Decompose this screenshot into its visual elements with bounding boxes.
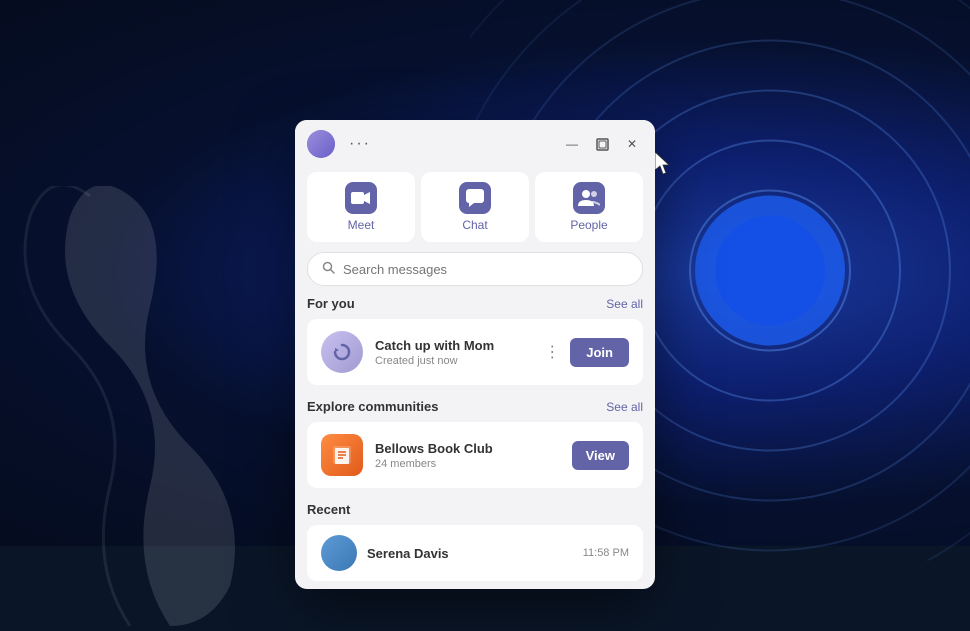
search-bar <box>307 252 643 286</box>
people-label: People <box>570 218 607 232</box>
avatar[interactable] <box>307 130 335 158</box>
meet-label: Meet <box>348 218 375 232</box>
recent-header: Recent <box>307 502 643 517</box>
book-club-subtitle: 24 members <box>375 458 560 470</box>
minimize-button[interactable]: — <box>561 133 583 155</box>
recent-card[interactable]: Serena Davis 11:58 PM <box>307 525 643 581</box>
catch-up-more-button[interactable]: ⋮ <box>542 340 562 364</box>
catch-up-subtitle: Created just now <box>375 355 530 367</box>
book-club-icon <box>321 434 363 476</box>
more-button[interactable]: ··· <box>343 133 377 155</box>
explore-section: Explore communities See all Bellows Book… <box>295 399 655 502</box>
search-icon <box>322 261 335 277</box>
for-you-see-all[interactable]: See all <box>606 297 643 311</box>
book-club-title: Bellows Book Club <box>375 441 560 456</box>
book-club-card: Bellows Book Club 24 members View <box>307 422 643 488</box>
close-button[interactable]: ✕ <box>621 133 643 155</box>
people-icon-svg <box>578 188 600 208</box>
catch-up-card: Catch up with Mom Created just now ⋮ Joi… <box>307 319 643 385</box>
for-you-title: For you <box>307 296 355 311</box>
people-nav-button[interactable]: People <box>535 172 643 242</box>
recent-name: Serena Davis <box>367 546 573 561</box>
meet-nav-button[interactable]: Meet <box>307 172 415 242</box>
catch-up-icon <box>321 331 363 373</box>
join-button[interactable]: Join <box>570 338 629 367</box>
refresh-icon <box>331 341 353 363</box>
for-you-section: For you See all Catch up with Mom Create… <box>295 296 655 399</box>
nav-row: Meet Chat People <box>295 166 655 252</box>
chat-label: Chat <box>462 218 487 232</box>
title-bar-left: ··· <box>307 130 377 158</box>
recent-time: 11:58 PM <box>583 547 629 559</box>
video-icon <box>351 190 371 206</box>
book-club-info: Bellows Book Club 24 members <box>375 441 560 470</box>
catch-up-title: Catch up with Mom <box>375 338 530 353</box>
maximize-icon <box>596 138 609 151</box>
recent-avatar <box>321 535 357 571</box>
teams-window: ··· — ✕ Meet <box>295 120 655 589</box>
explore-header: Explore communities See all <box>307 399 643 414</box>
search-input[interactable] <box>343 262 628 277</box>
recent-title: Recent <box>307 502 350 517</box>
title-bar: ··· — ✕ <box>295 120 655 166</box>
maximize-button[interactable] <box>591 133 613 155</box>
catch-up-info: Catch up with Mom Created just now <box>375 338 530 367</box>
title-bar-controls: — ✕ <box>561 133 643 155</box>
recent-info: Serena Davis <box>367 546 573 561</box>
book-icon <box>330 443 354 467</box>
chat-nav-button[interactable]: Chat <box>421 172 529 242</box>
book-club-actions: View <box>572 441 629 470</box>
people-icon <box>573 182 605 214</box>
explore-see-all[interactable]: See all <box>606 400 643 414</box>
for-you-header: For you See all <box>307 296 643 311</box>
chat-bubble-icon <box>465 188 485 208</box>
explore-title: Explore communities <box>307 399 438 414</box>
swirl-decoration <box>0 186 270 606</box>
view-button[interactable]: View <box>572 441 629 470</box>
meet-icon <box>345 182 377 214</box>
chat-icon <box>459 182 491 214</box>
catch-up-actions: ⋮ Join <box>542 338 629 367</box>
